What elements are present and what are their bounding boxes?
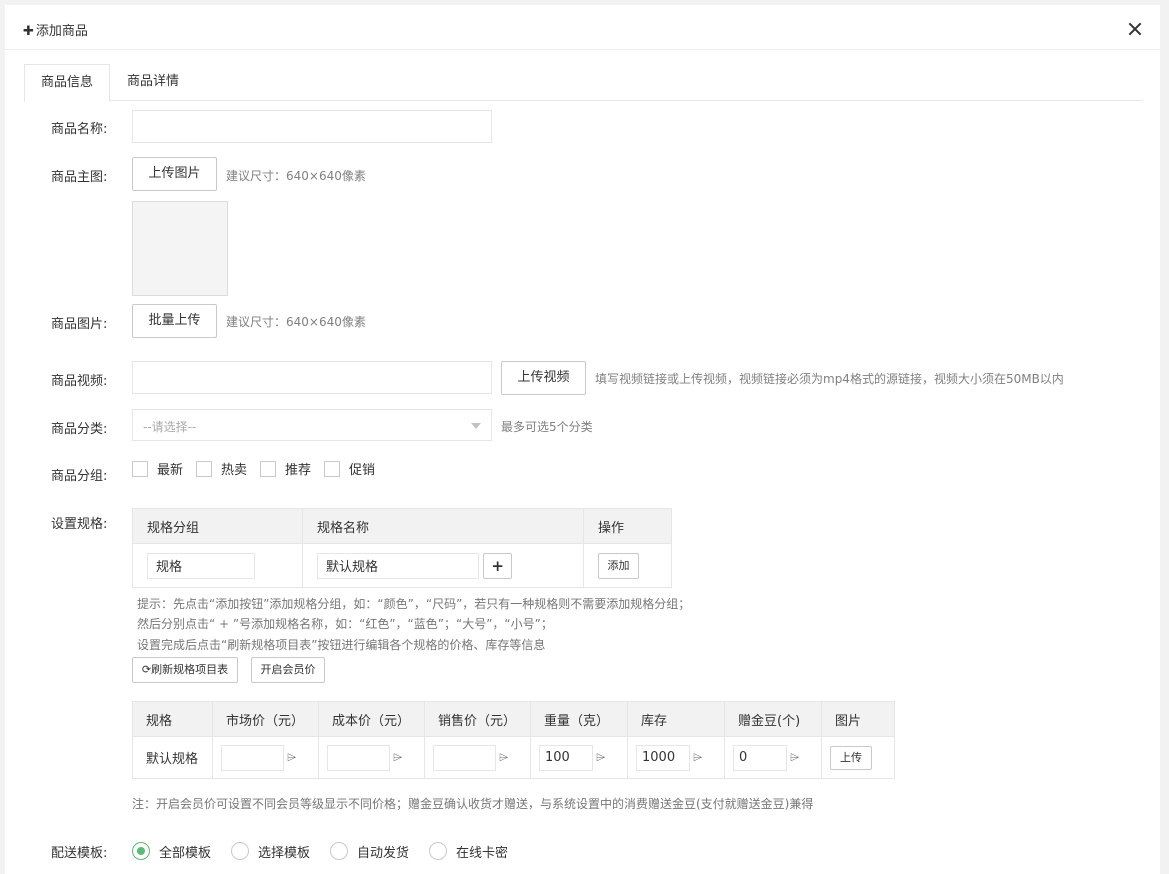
category-placeholder: --请选择-- [143,420,197,434]
add-spec-group-button[interactable]: 添加 [598,552,639,579]
apply-all-icon[interactable]: ⌲ [596,751,609,764]
images-label: 商品图片: [51,317,108,332]
dialog-title-text: 添加商品 [35,24,88,39]
apply-all-icon[interactable]: ⌲ [499,751,512,764]
spec-tip-1: 提示：先点击“添加按钮”添加规格分组，如：“颜色”，“尺码”，若只有一种规格则不… [137,597,691,611]
market-price-input[interactable] [221,744,284,771]
beans-input[interactable] [733,744,787,771]
refresh-spec-label: 刷新规格项目表 [151,663,229,676]
checkbox-label-hot: 热卖 [221,463,248,478]
dialog-header: ✚ 添加商品 [5,5,1160,50]
tab-bar: 商品信息 商品详情 [24,64,1143,102]
price-table: 规格 市场价（元） 成本价（元） 销售价（元） 重量（克） 库存 赠金豆(个) … [132,701,895,779]
delivery-label: 配送模板: [51,846,108,861]
group-label: 商品分组: [51,469,108,484]
checkbox-label-promotion: 促销 [349,463,376,478]
spec-table: 规格分组 规格名称 操作 + 添加 [132,508,672,588]
product-name-input[interactable] [132,110,492,143]
cost-price-input[interactable] [327,744,390,771]
checkbox-promotion[interactable] [324,461,340,477]
main-image-hint: 建议尺寸：640×640像素 [226,169,366,183]
checkbox-newest[interactable] [132,461,148,477]
radio-online-card[interactable] [429,842,447,860]
stock-input[interactable] [636,744,690,771]
radio-label-online-card: 在线卡密 [456,846,509,861]
close-icon[interactable] [1127,21,1143,37]
radio-select-template[interactable] [231,842,249,860]
table-row: 默认规格 ⌲ ⌲ ⌲ ⌲ ⌲ ⌲ 上传 [132,736,895,779]
weight-input[interactable] [539,744,593,771]
upload-video-button[interactable]: 上传视频 [501,361,586,395]
chevron-down-icon [471,423,481,429]
apply-all-icon[interactable]: ⌲ [790,751,803,764]
price-header-market: 市场价（元） [212,701,319,737]
spec-header-group: 规格分组 [132,508,303,544]
radio-label-all-templates: 全部模板 [159,846,212,861]
price-note: 注：开启会员价可设置不同会员等级显示不同价格；赠金豆确认收货才赠送，与系统设置中… [132,797,814,811]
radio-auto-delivery[interactable] [330,842,348,860]
add-spec-name-button[interactable]: + [483,552,513,579]
member-price-button[interactable]: 开启会员价 [251,657,325,683]
table-row: + 添加 [132,543,672,588]
batch-upload-button[interactable]: 批量上传 [132,304,217,338]
main-image-preview [132,201,228,296]
checkbox-label-recommend: 推荐 [285,463,312,478]
upload-spec-image-button[interactable]: 上传 [830,745,872,770]
apply-all-icon[interactable]: ⌲ [287,751,300,764]
tab-product-info[interactable]: 商品信息 [24,64,110,102]
refresh-icon: ⟳ [141,663,152,676]
video-url-input[interactable] [132,361,492,394]
price-header-spec: 规格 [132,701,213,737]
video-hint: 填写视频链接或上传视频，视频链接必须为mp4格式的源链接，视频大小须在50MB以… [595,372,1064,386]
radio-label-auto-delivery: 自动发货 [357,846,410,861]
checkbox-recommend[interactable] [260,461,276,477]
spec-tip-3: 设置完成后点击“刷新规格项目表”按钮进行编辑各个规格的价格、库存等信息 [137,638,546,652]
price-row-spec: 默认规格 [132,736,213,779]
dialog-title: ✚ 添加商品 [23,20,88,39]
spec-header-name: 规格名称 [302,508,584,544]
spec-tip-2: 然后分别点击“ + ”号添加规格名称，如：“红色”，“蓝色”；“大号”，“小号”… [137,617,553,631]
images-hint: 建议尺寸：640×640像素 [226,315,366,329]
category-label: 商品分类: [51,422,108,437]
checkbox-label-newest: 最新 [157,463,184,478]
price-header-cost: 成本价（元） [318,701,425,737]
video-label: 商品视频: [51,374,108,389]
spec-label: 设置规格: [51,517,108,532]
name-label: 商品名称: [51,122,108,137]
radio-all-templates[interactable] [132,842,150,860]
price-header-sale: 销售价（元） [424,701,531,737]
spec-group-input[interactable] [147,552,255,579]
price-header-image: 图片 [821,701,895,737]
spec-name-input[interactable] [317,552,479,579]
category-select[interactable]: --请选择-- [132,409,492,441]
tab-product-detail[interactable]: 商品详情 [110,64,196,101]
category-hint: 最多可选5个分类 [501,420,593,434]
sale-price-input[interactable] [433,744,496,771]
apply-all-icon[interactable]: ⌲ [393,751,406,764]
apply-all-icon[interactable]: ⌲ [693,751,706,764]
radio-label-select-template: 选择模板 [258,846,311,861]
checkbox-hot[interactable] [196,461,212,477]
plus-icon: ✚ [23,24,34,39]
refresh-spec-button[interactable]: ⟳刷新规格项目表 [132,657,238,683]
price-header-beans: 赠金豆(个) [724,701,822,737]
price-header-stock: 库存 [627,701,725,737]
price-header-weight: 重量（克） [530,701,628,737]
main-image-label: 商品主图: [51,170,108,185]
upload-image-button[interactable]: 上传图片 [132,157,217,191]
spec-header-action: 操作 [583,508,672,544]
